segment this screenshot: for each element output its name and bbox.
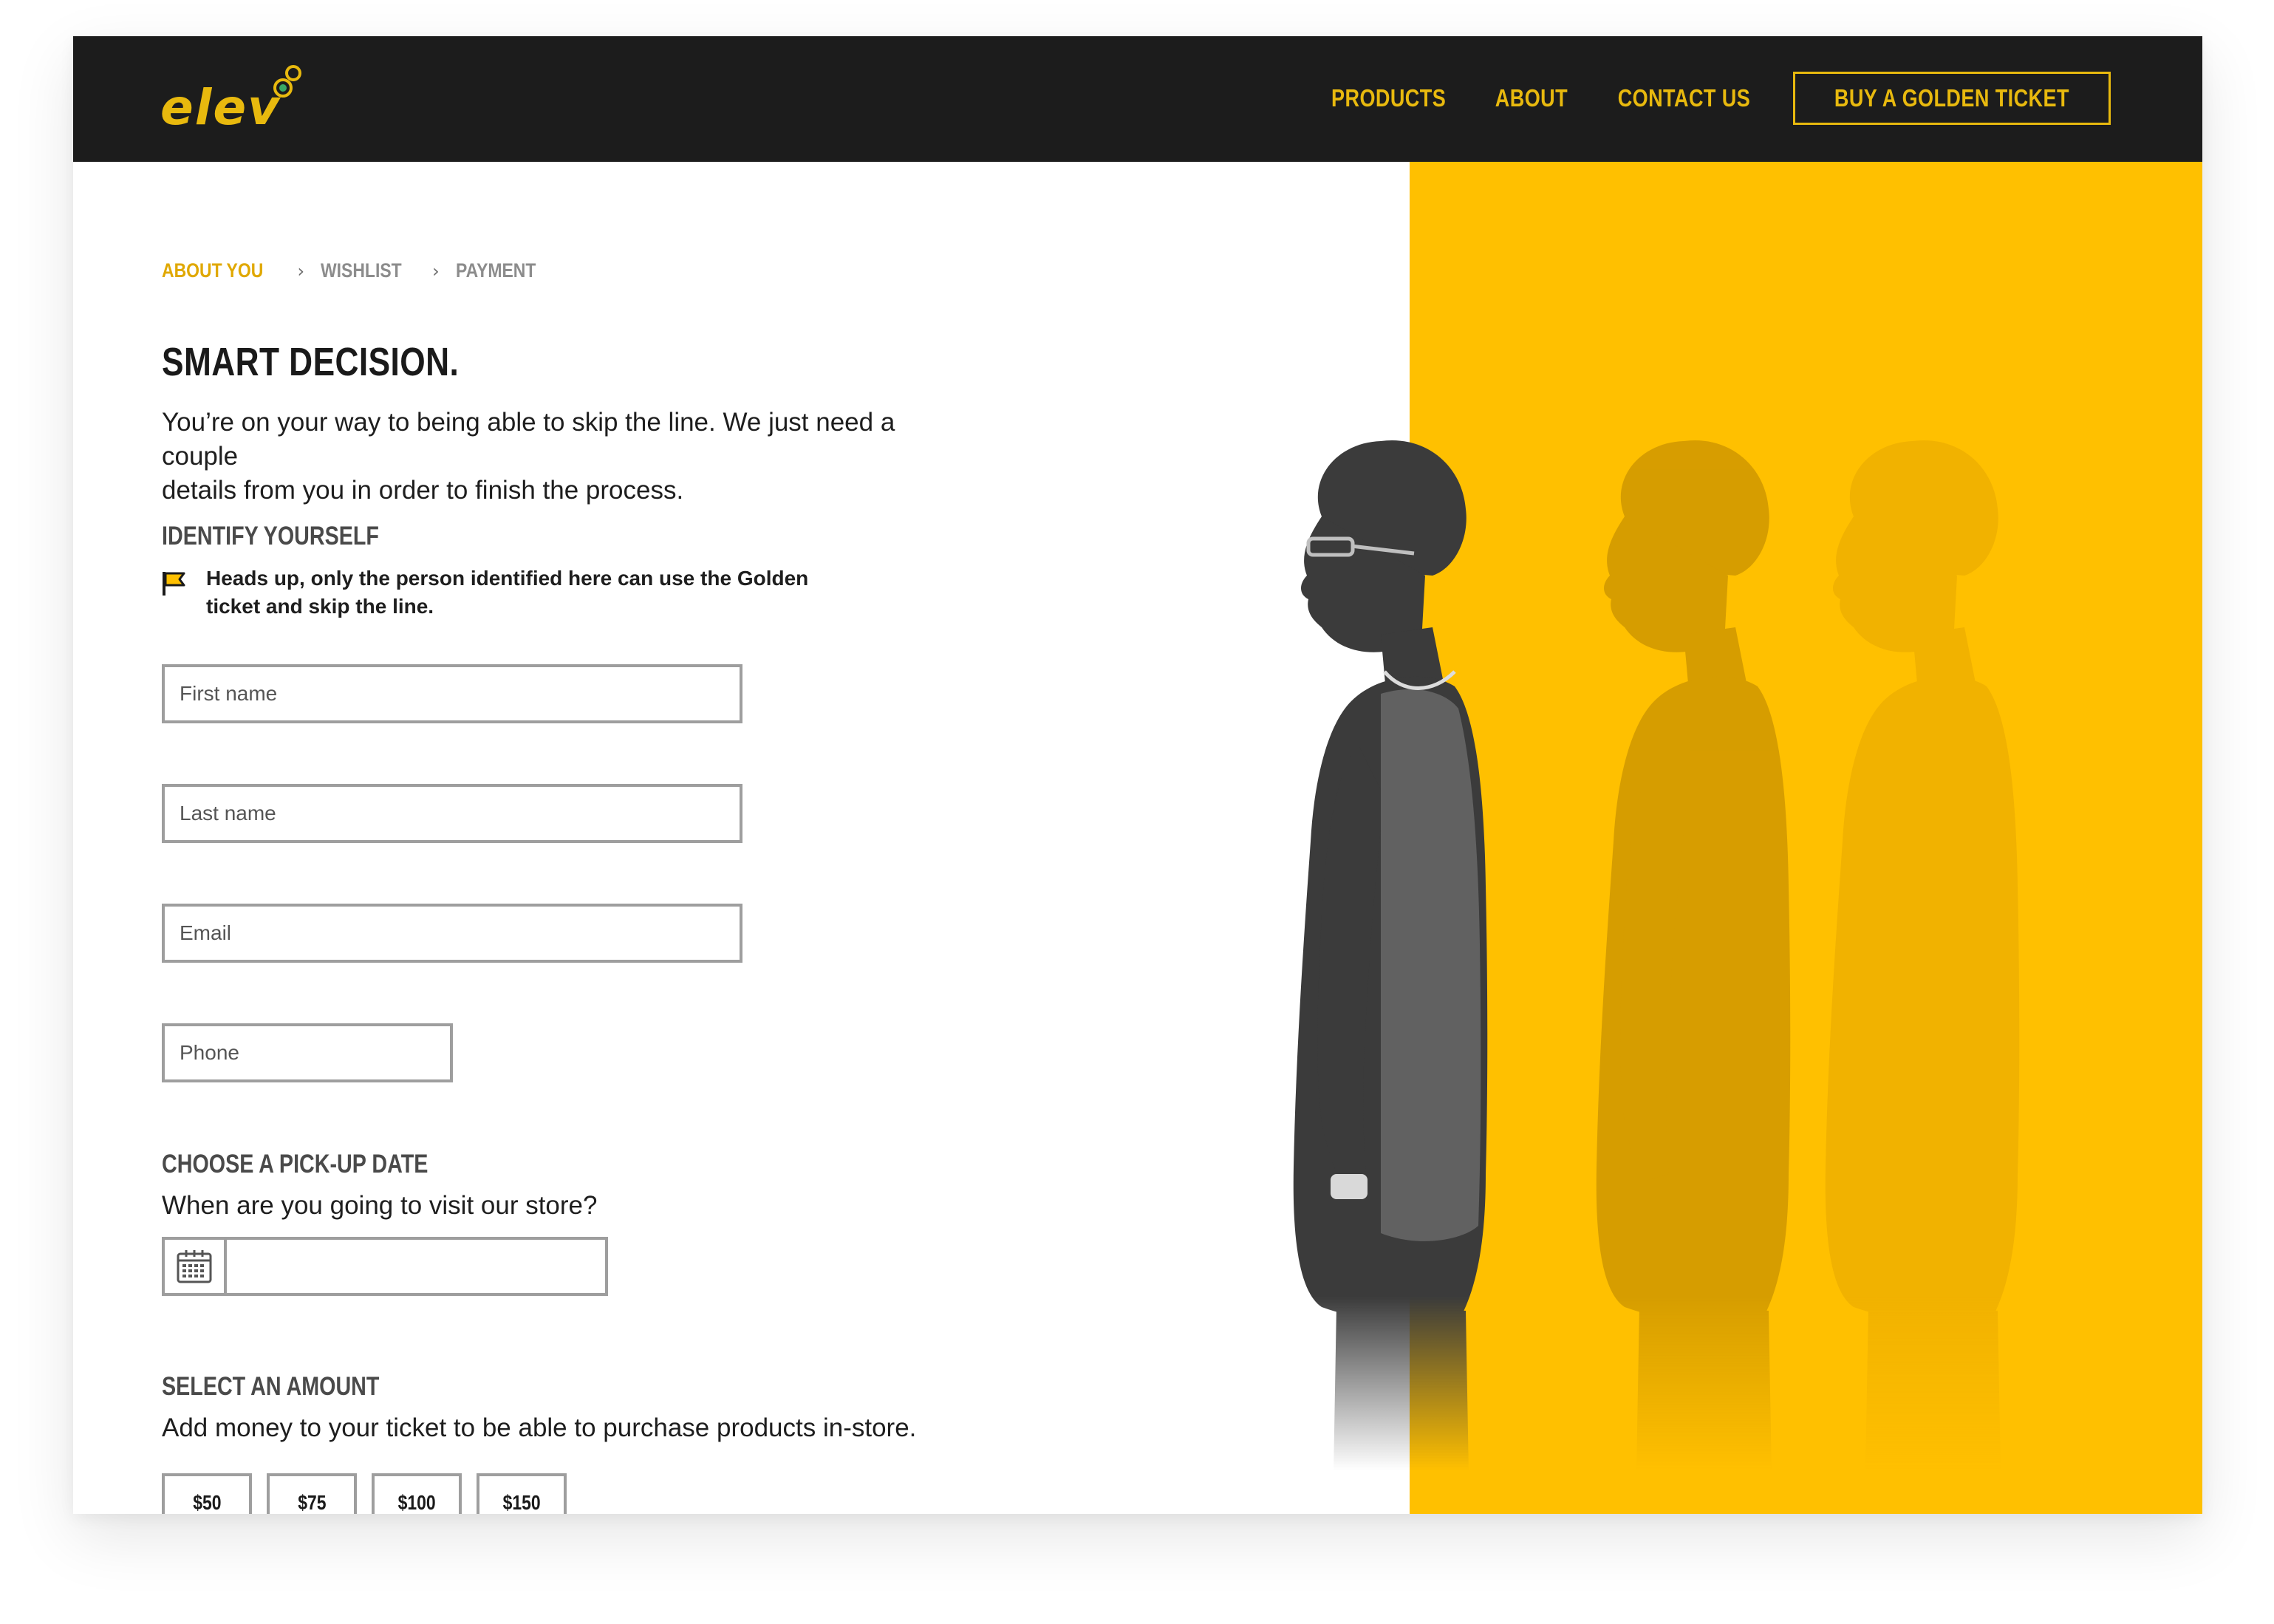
breadcrumb-payment[interactable]: PAYMENT — [456, 259, 536, 282]
logo-wordmark: elev — [160, 79, 281, 136]
chevron-right-icon: › — [432, 260, 440, 282]
calendar-icon — [177, 1250, 212, 1283]
amount-option-label: $150 — [502, 1491, 541, 1514]
notice-line-2: ticket and skip the line. — [206, 595, 434, 618]
main-nav: PRODUCTS ABOUT CONTACT US BUY A GOLDEN T… — [1319, 72, 2111, 125]
buy-golden-ticket-button[interactable]: BUY A GOLDEN TICKET — [1793, 72, 2111, 125]
logo-rings-icon — [273, 65, 301, 98]
phone-field[interactable] — [162, 1023, 453, 1082]
calendar-button[interactable] — [165, 1240, 227, 1293]
page-title: SMART DECISION. — [162, 340, 460, 384]
page-frame: elev PRODUCTS ABOUT CONTACT US BUY A GOL… — [73, 36, 2202, 1514]
intro-line-1: You’re on your way to being able to skip… — [162, 408, 895, 471]
nav-link-products[interactable]: PRODUCTS — [1331, 84, 1446, 112]
amount-subtitle: Add money to your ticket to be able to p… — [162, 1413, 917, 1442]
last-name-field[interactable] — [162, 784, 742, 843]
page-intro: You’re on your way to being able to skip… — [162, 406, 974, 508]
pickup-date-picker — [162, 1237, 608, 1296]
amount-option-50[interactable]: $50 — [162, 1473, 252, 1514]
notice-text: Heads up, only the person identified her… — [206, 564, 827, 621]
pickup-date-input[interactable] — [230, 1240, 605, 1293]
amount-option-label: $100 — [397, 1491, 436, 1514]
pickup-subtitle: When are you going to visit our store? — [162, 1191, 598, 1220]
amount-option-label: $75 — [297, 1491, 327, 1514]
email-field[interactable] — [162, 904, 742, 963]
notice-line-1: Heads up, only the person identified her… — [206, 567, 809, 590]
breadcrumb-wishlist[interactable]: WISHLIST — [321, 259, 402, 282]
amount-option-75[interactable]: $75 — [267, 1473, 357, 1514]
pickup-heading: CHOOSE A PICK-UP DATE — [162, 1150, 428, 1178]
top-navbar: elev PRODUCTS ABOUT CONTACT US BUY A GOL… — [73, 36, 2202, 162]
nav-link-contact[interactable]: CONTACT US — [1618, 84, 1750, 112]
breadcrumb-about-you[interactable]: ABOUT YOU — [162, 259, 263, 282]
identity-notice: Heads up, only the person identified her… — [162, 564, 827, 624]
amount-option-100[interactable]: $100 — [372, 1473, 462, 1514]
buy-golden-ticket-label: BUY A GOLDEN TICKET — [1834, 84, 2070, 112]
nav-link-about[interactable]: ABOUT — [1495, 84, 1567, 112]
first-name-field[interactable] — [162, 664, 742, 723]
amount-option-150[interactable]: $150 — [477, 1473, 567, 1514]
identify-heading: IDENTIFY YOURSELF — [162, 522, 379, 550]
amount-option-label: $50 — [192, 1491, 222, 1514]
breadcrumb: ABOUT YOU › WISHLIST › PAYMENT — [162, 259, 550, 282]
amount-options: $50 $75 $100 $150 — [162, 1473, 567, 1514]
intro-line-2: details from you in order to finish the … — [162, 476, 684, 505]
hero-image — [1293, 440, 2020, 1514]
flag-icon — [163, 572, 185, 596]
amount-heading: SELECT AN AMOUNT — [162, 1372, 380, 1401]
chevron-right-icon: › — [297, 260, 305, 282]
brand-logo[interactable]: elev — [160, 63, 315, 136]
